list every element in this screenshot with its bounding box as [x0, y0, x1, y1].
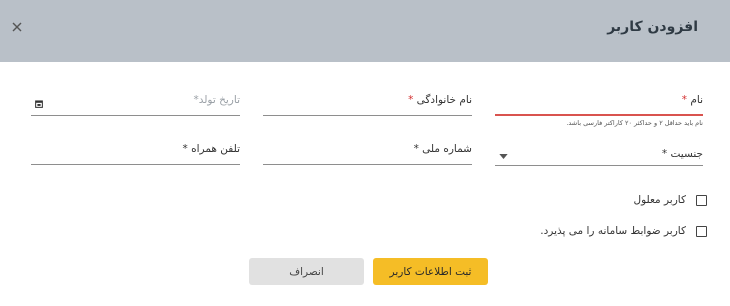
mobile-underline — [31, 164, 240, 165]
last-name-label: نام خانوادگی * — [408, 94, 472, 106]
dialog-header: افزودن کاربر — [0, 0, 730, 62]
first-name-field[interactable]: نام * نام باید حداقل ۲ و حداکثر ۲۰ کاراک… — [495, 94, 703, 130]
birth-date-label: تاریخ تولد* — [193, 94, 240, 106]
submit-user-button[interactable]: ثبت اطلاعات کاربر — [373, 258, 488, 285]
first-name-hint: نام باید حداقل ۲ و حداکثر ۲۰ کاراکتر فار… — [566, 119, 703, 127]
dropdown-arrow-icon[interactable] — [499, 154, 508, 159]
birth-date-field[interactable]: تاریخ تولد* — [31, 94, 240, 118]
calendar-icon[interactable] — [35, 100, 43, 108]
last-name-underline — [263, 115, 472, 116]
cancel-button[interactable]: انصراف — [249, 258, 364, 285]
accept-terms-checkbox[interactable] — [696, 226, 707, 237]
gender-label: جنسیت * — [661, 148, 703, 160]
mobile-field[interactable]: تلفن همراه * — [31, 143, 240, 166]
last-name-field[interactable]: نام خانوادگی * — [263, 94, 472, 118]
birth-date-underline — [31, 115, 240, 116]
accept-terms-label: کاربر ضوابط سامانه را می پذیرد. — [540, 225, 686, 237]
gender-select[interactable]: جنسیت * — [495, 148, 703, 168]
national-id-field[interactable]: شماره ملی * — [263, 143, 472, 166]
national-id-underline — [263, 164, 472, 165]
dialog-title: افزودن کاربر — [607, 19, 698, 35]
national-id-label: شماره ملی * — [413, 143, 472, 155]
disabled-user-checkbox[interactable] — [696, 195, 707, 206]
mobile-label: تلفن همراه * — [182, 143, 240, 155]
disabled-user-label: کاربر معلول — [633, 194, 686, 206]
gender-underline — [495, 165, 703, 166]
first-name-label: نام * — [681, 94, 703, 106]
close-icon[interactable] — [9, 19, 25, 35]
first-name-underline — [495, 114, 703, 116]
